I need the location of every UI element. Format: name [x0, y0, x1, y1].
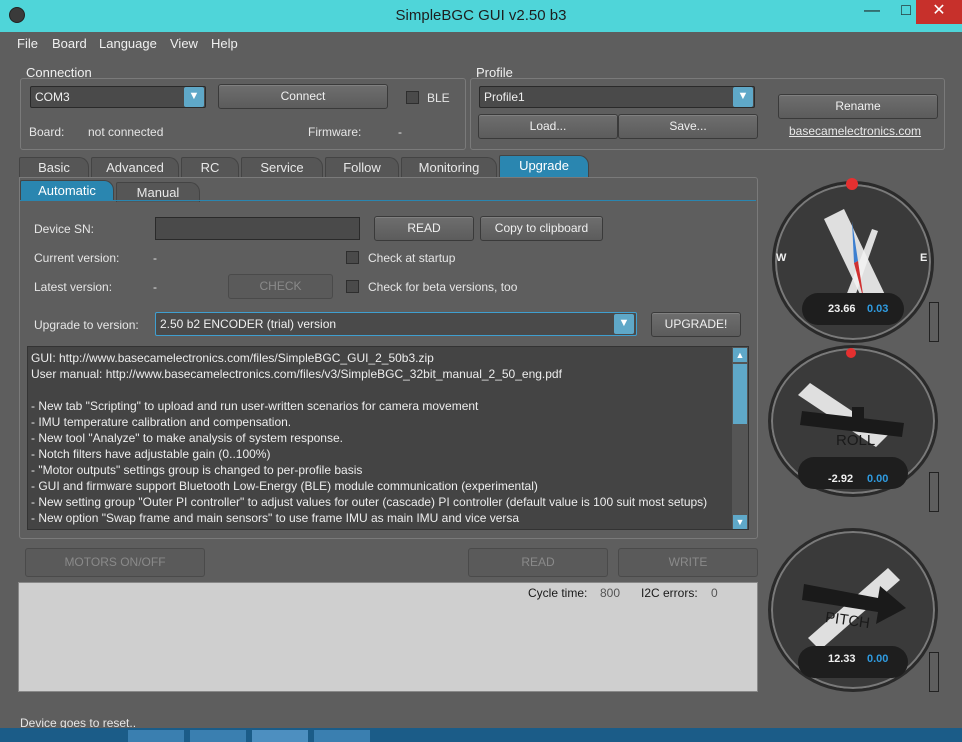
subtab-divider — [20, 200, 756, 201]
subtab-manual[interactable]: Manual — [116, 182, 200, 202]
load-button[interactable]: Load... — [478, 114, 618, 139]
website-link[interactable]: basecamelectronics.com — [789, 124, 921, 138]
board-value: not connected — [88, 125, 164, 139]
i2c-errors-value: 0 — [711, 586, 718, 600]
log-line: - New tab "Scripting" to upload and run … — [31, 399, 479, 413]
copy-clipboard-button[interactable]: Copy to clipboard — [480, 216, 603, 241]
yaw-compass — [802, 209, 904, 325]
upgrade-button[interactable]: UPGRADE! — [651, 312, 741, 337]
tab-monitoring[interactable]: Monitoring — [401, 157, 497, 177]
tab-upgrade[interactable]: Upgrade — [499, 155, 589, 177]
log-line: - GUI and firmware support Bluetooth Low… — [31, 479, 538, 493]
latest-version-value: - — [153, 280, 157, 294]
log-line: - "Motor outputs" settings group is chan… — [31, 463, 363, 477]
menu-view[interactable]: View — [170, 36, 198, 51]
yaw-value: 23.66 — [828, 303, 856, 315]
changelog-area[interactable]: GUI: http://www.basecamelectronics.com/f… — [27, 346, 749, 530]
log-line: - New option "Swap frame and main sensor… — [31, 511, 520, 525]
ble-checkbox[interactable] — [406, 91, 419, 104]
profile-select[interactable]: Profile1 — [479, 86, 755, 108]
check-button[interactable]: CHECK — [228, 274, 333, 299]
cycle-time-label: Cycle time: — [528, 586, 588, 600]
pitch-rate: 0.00 — [867, 653, 889, 665]
check-startup-label: Check at startup — [368, 251, 456, 265]
tab-service[interactable]: Service — [241, 157, 323, 177]
write-button[interactable]: WRITE — [618, 548, 758, 577]
chevron-down-icon[interactable]: ▼ — [733, 87, 753, 107]
current-version-value: - — [153, 251, 157, 265]
upgrade-version-select[interactable]: 2.50 b2 ENCODER (trial) version — [155, 312, 637, 336]
port-select[interactable]: COM3 — [30, 86, 206, 108]
scroll-up-icon[interactable]: ▲ — [733, 348, 747, 362]
taskbar-app-icon[interactable] — [314, 730, 370, 742]
firmware-label: Firmware: — [308, 125, 362, 139]
chevron-down-icon[interactable]: ▼ — [614, 314, 634, 334]
log-line: - New setting group "Outer PI controller… — [31, 495, 708, 509]
device-sn-label: Device SN: — [34, 222, 95, 236]
pitch-level-bar — [929, 652, 939, 692]
taskbar-app-icon[interactable] — [128, 730, 184, 742]
rename-button[interactable]: Rename — [778, 94, 938, 119]
maximize-button[interactable]: □ — [896, 0, 916, 24]
yaw-marker-icon — [846, 178, 858, 190]
pitch-graphic — [798, 568, 908, 678]
menu-language[interactable]: Language — [99, 36, 157, 51]
tab-rc[interactable]: RC — [181, 157, 239, 177]
tab-advanced[interactable]: Advanced — [91, 157, 179, 177]
current-version-label: Current version: — [34, 251, 120, 265]
tab-follow[interactable]: Follow — [325, 157, 399, 177]
taskbar-app-icon[interactable] — [252, 730, 308, 742]
check-beta-label: Check for beta versions, too — [368, 280, 518, 294]
profile-label: Profile — [476, 65, 513, 80]
roll-marker-icon — [846, 348, 856, 358]
check-beta-checkbox[interactable] — [346, 280, 359, 293]
scroll-thumb[interactable] — [733, 364, 747, 424]
east-label: E — [920, 252, 928, 264]
roll-level-bar — [929, 472, 939, 512]
i2c-errors-label: I2C errors: — [641, 586, 698, 600]
connection-label: Connection — [26, 65, 92, 80]
pitch-value: 12.33 — [828, 653, 856, 665]
subtab-automatic[interactable]: Automatic — [20, 180, 114, 200]
read-sn-button[interactable]: READ — [374, 216, 474, 241]
firmware-value: - — [398, 125, 402, 139]
ble-label: BLE — [427, 91, 450, 105]
profile-value: Profile1 — [484, 90, 525, 104]
scroll-down-icon[interactable]: ▼ — [733, 515, 747, 529]
yaw-level-bar — [929, 302, 939, 342]
board-label: Board: — [29, 125, 65, 139]
menu-board[interactable]: Board — [52, 36, 87, 51]
chevron-down-icon[interactable]: ▼ — [184, 87, 204, 107]
window-title: SimpleBGC GUI v2.50 b3 — [395, 7, 567, 24]
west-label: W — [776, 252, 787, 264]
upgrade-to-label: Upgrade to version: — [34, 318, 139, 332]
log-line: - New tool "Analyze" to make analysis of… — [31, 431, 343, 445]
port-value: COM3 — [35, 90, 70, 104]
save-button[interactable]: Save... — [618, 114, 758, 139]
menu-file[interactable]: File — [17, 36, 38, 51]
log-line: GUI: http://www.basecamelectronics.com/f… — [31, 351, 434, 365]
read-button[interactable]: READ — [468, 548, 608, 577]
roll-label: ROLL — [836, 432, 876, 449]
menu-help[interactable]: Help — [211, 36, 238, 51]
connect-button[interactable]: Connect — [218, 84, 388, 109]
roll-value: -2.92 — [828, 473, 854, 485]
upgrade-version-value: 2.50 b2 ENCODER (trial) version — [160, 317, 337, 331]
latest-version-label: Latest version: — [34, 280, 113, 294]
roll-rate: 0.00 — [867, 473, 889, 485]
device-sn-field[interactable] — [155, 217, 360, 240]
tab-basic[interactable]: Basic — [19, 157, 89, 177]
close-button[interactable]: ✕ — [916, 0, 962, 24]
motors-button[interactable]: MOTORS ON/OFF — [25, 548, 205, 577]
log-line: - IMU temperature calibration and compen… — [31, 415, 292, 429]
log-line: User manual: http://www.basecamelectroni… — [31, 367, 562, 381]
minimize-button[interactable]: — — [848, 0, 896, 24]
check-startup-checkbox[interactable] — [346, 251, 359, 264]
taskbar-app-icon[interactable] — [190, 730, 246, 742]
log-line: - Notch filters have adjustable gain (0.… — [31, 447, 271, 461]
cycle-time-value: 800 — [600, 586, 621, 600]
yaw-rate: 0.03 — [867, 303, 889, 315]
